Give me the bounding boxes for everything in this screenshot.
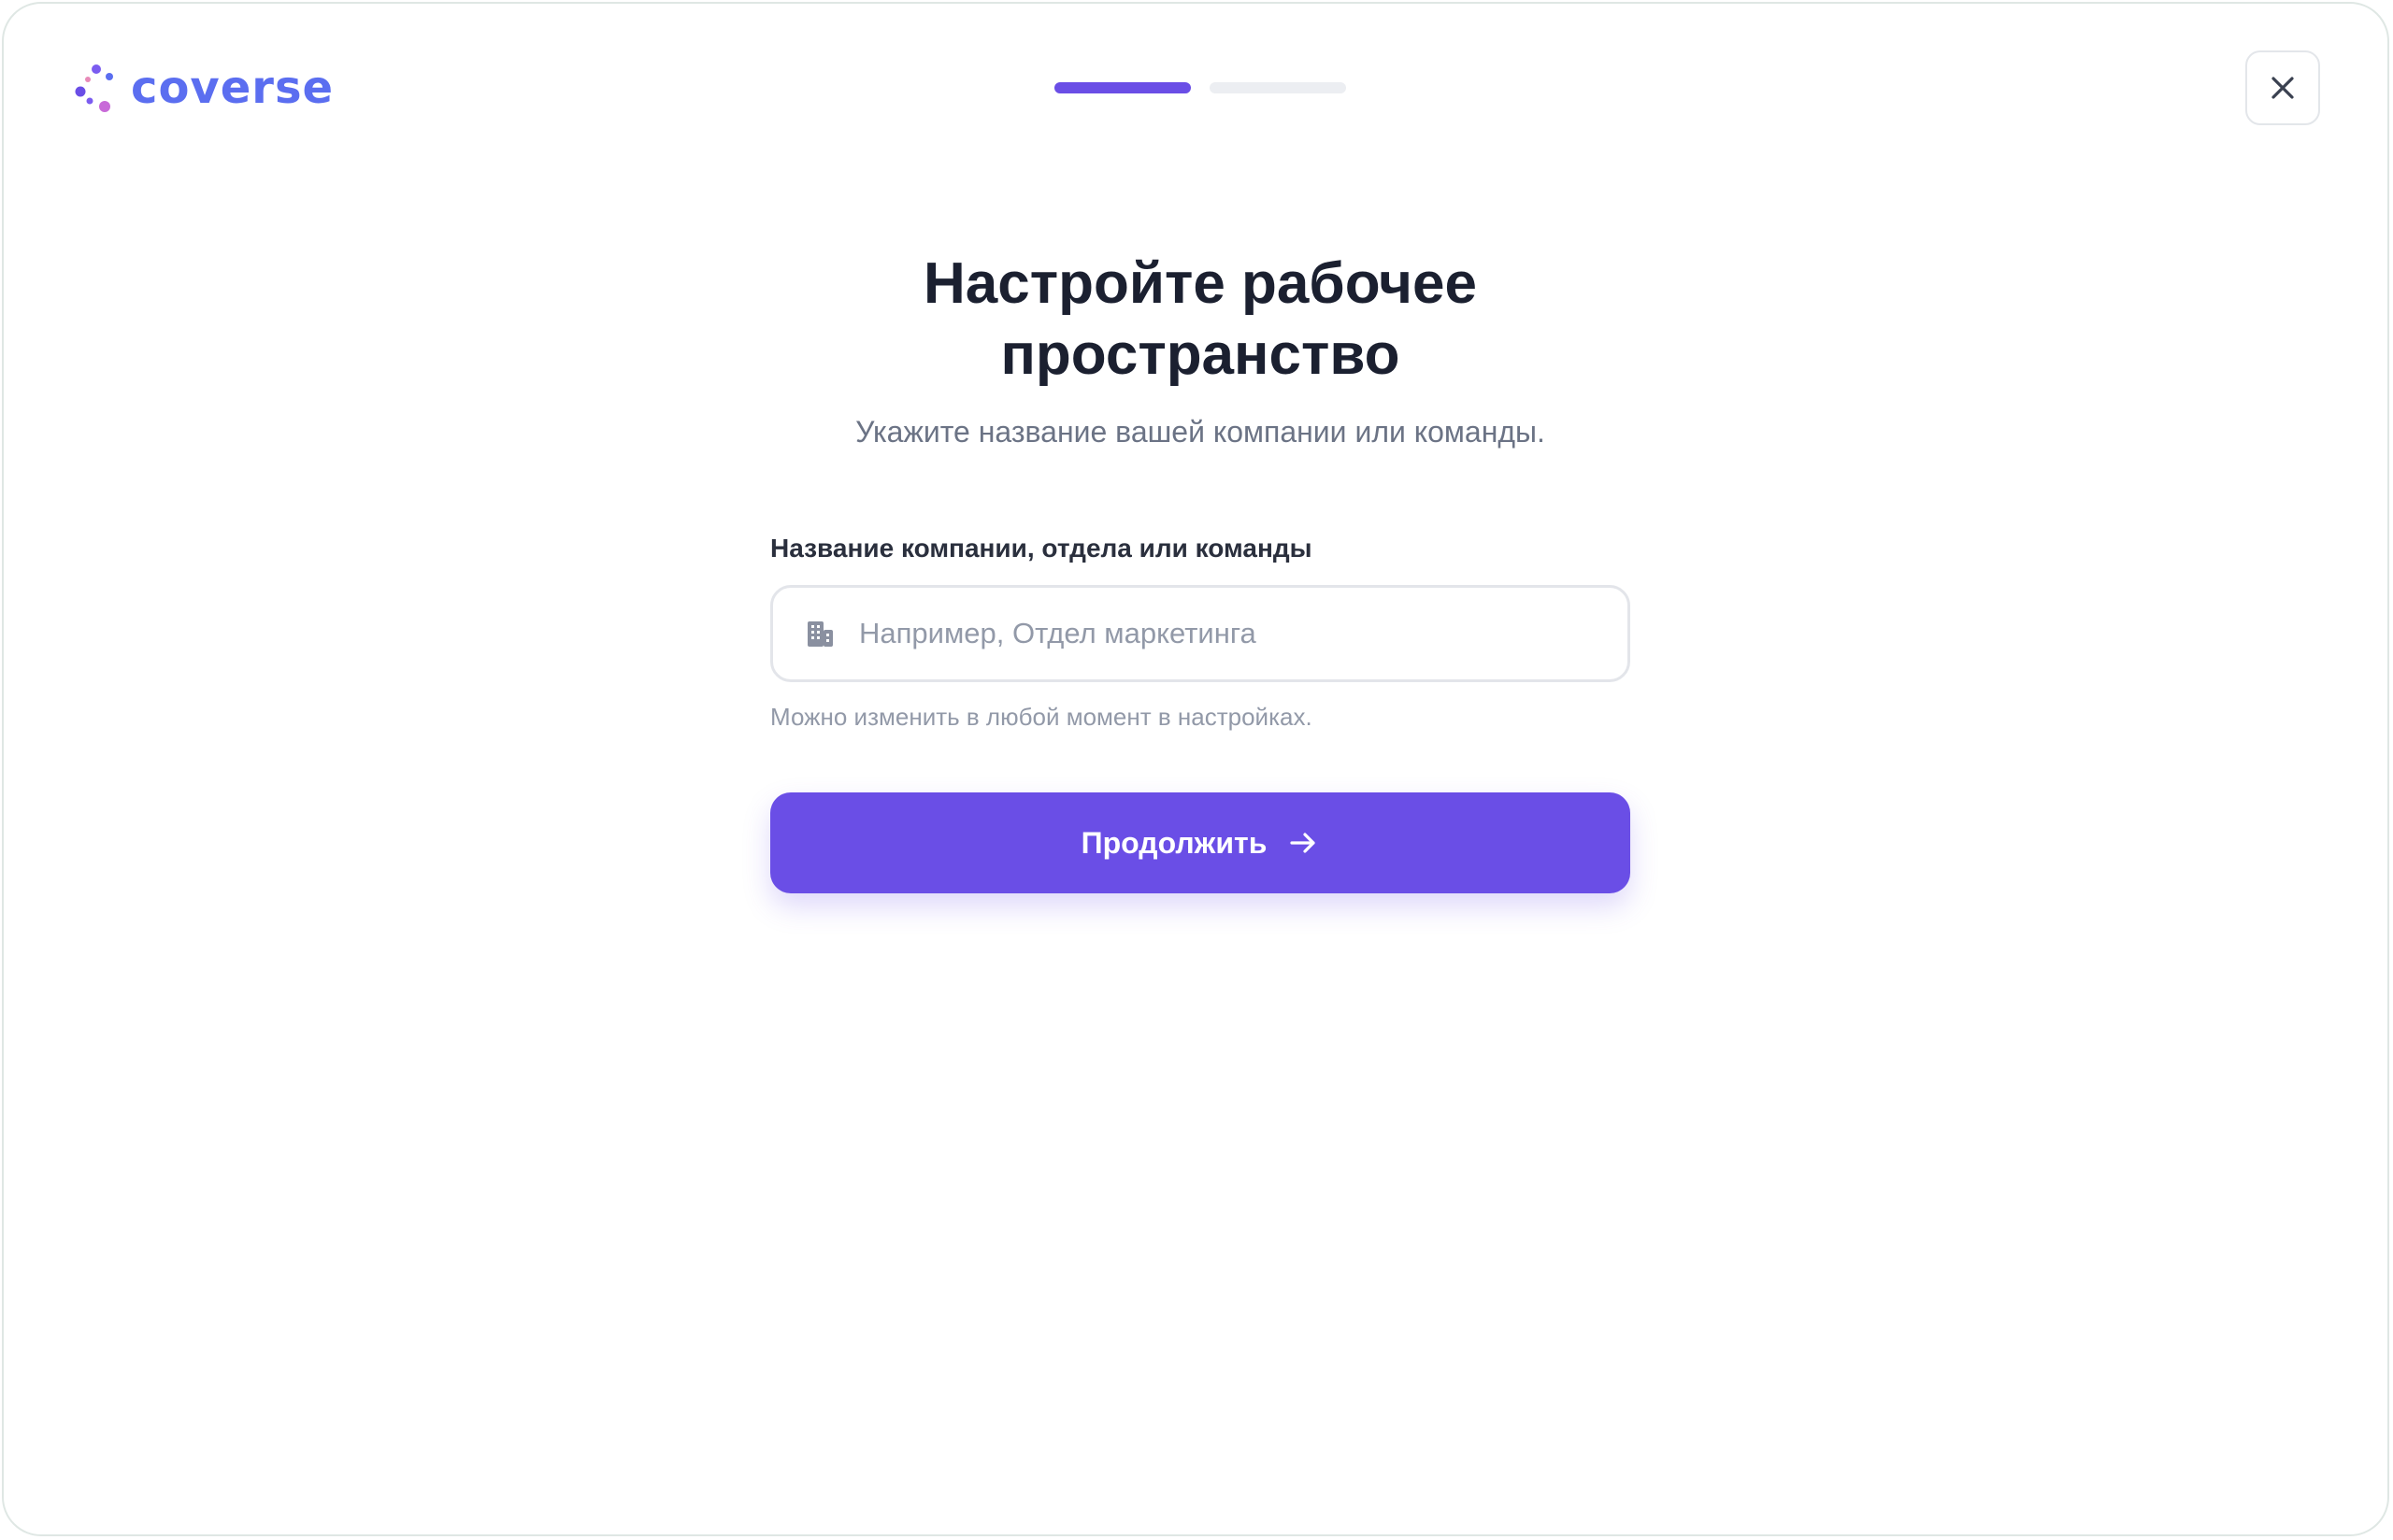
continue-button-label: Продолжить — [1081, 825, 1268, 860]
page-title: Настройте рабочее пространство — [924, 251, 1477, 387]
brand-mark-icon — [75, 64, 113, 112]
progress-step-1 — [1054, 82, 1191, 93]
workspace-name-input[interactable] — [857, 605, 1590, 663]
step-progress — [1054, 82, 1346, 93]
brand-logo: coverse — [75, 64, 334, 112]
brand-name: coverse — [131, 62, 335, 114]
progress-step-2 — [1210, 82, 1346, 93]
workspace-name-field[interactable] — [770, 585, 1630, 682]
workspace-name-label: Название компании, отдела или команды — [770, 534, 1312, 563]
building-icon — [805, 619, 835, 649]
field-hint: Можно изменить в любой момент в настройк… — [770, 703, 1312, 731]
close-icon — [2271, 77, 2294, 99]
close-button[interactable] — [2245, 50, 2320, 125]
onboarding-window: coverse Настройте рабочее пространство У… — [2, 2, 2389, 1536]
arrow-right-icon — [1287, 827, 1319, 859]
continue-button[interactable]: Продолжить — [770, 792, 1630, 893]
page-subtitle: Укажите название вашей компании или кома… — [855, 415, 1545, 449]
